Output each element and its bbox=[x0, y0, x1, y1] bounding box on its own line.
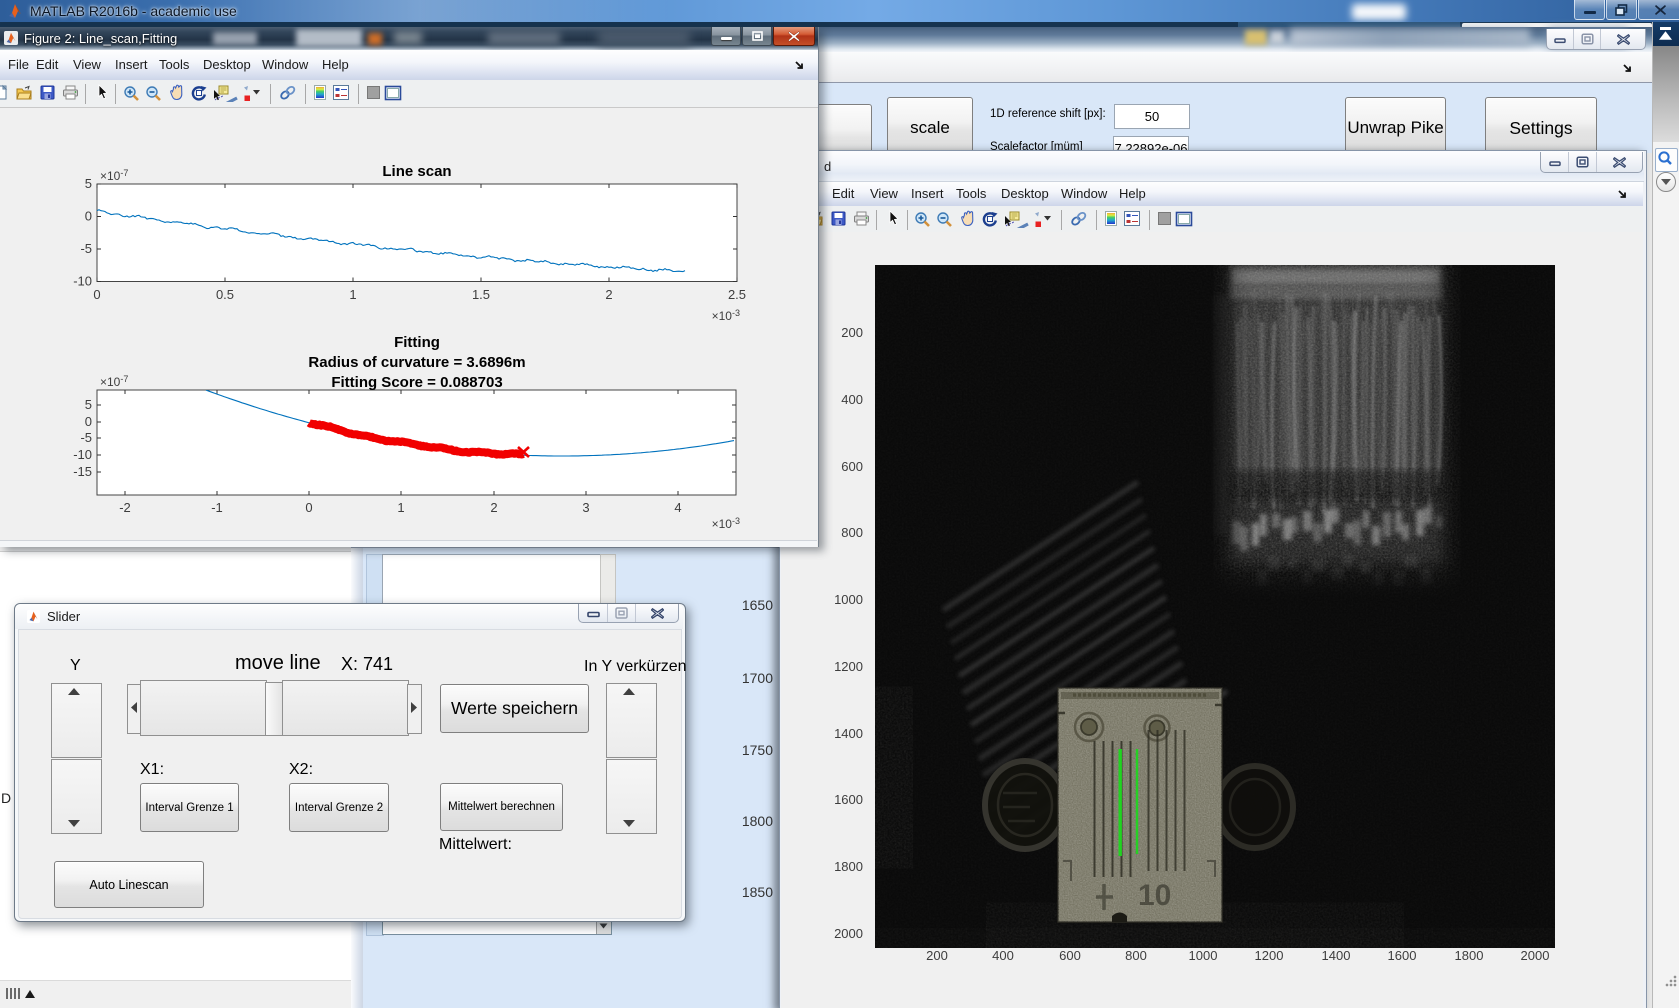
svg-text:3: 3 bbox=[582, 500, 589, 515]
svg-text:-2: -2 bbox=[119, 500, 131, 515]
svg-text:2: 2 bbox=[490, 500, 497, 515]
svg-text:-15: -15 bbox=[73, 464, 92, 479]
svg-text:0.5: 0.5 bbox=[216, 287, 234, 302]
svg-text:4: 4 bbox=[674, 500, 681, 515]
svg-text:Radius of curvature = 3.6896m: Radius of curvature = 3.6896m bbox=[308, 354, 525, 371]
svg-text:Fitting: Fitting bbox=[394, 334, 440, 351]
svg-text:-10: -10 bbox=[73, 447, 92, 462]
svg-text:×10-7: ×10-7 bbox=[100, 168, 128, 183]
svg-text:-10: -10 bbox=[73, 274, 92, 289]
svg-text:5: 5 bbox=[85, 176, 92, 191]
svg-text:0: 0 bbox=[85, 209, 92, 224]
svg-text:×10-3: ×10-3 bbox=[712, 516, 740, 531]
svg-text:Line scan: Line scan bbox=[382, 163, 451, 180]
svg-text:×10-7: ×10-7 bbox=[100, 374, 128, 389]
svg-text:2: 2 bbox=[605, 287, 612, 302]
svg-text:5: 5 bbox=[85, 397, 92, 412]
svg-text:1.5: 1.5 bbox=[472, 287, 490, 302]
svg-text:×10-3: ×10-3 bbox=[712, 308, 740, 323]
svg-text:1: 1 bbox=[397, 500, 404, 515]
svg-text:2.5: 2.5 bbox=[728, 287, 746, 302]
svg-text:-5: -5 bbox=[80, 241, 92, 256]
svg-text:-5: -5 bbox=[80, 430, 92, 445]
svg-text:10: 10 bbox=[1138, 879, 1171, 912]
svg-text:Fitting Score = 0.088703: Fitting Score = 0.088703 bbox=[331, 374, 502, 391]
svg-text:-1: -1 bbox=[211, 500, 223, 515]
svg-text:1: 1 bbox=[349, 287, 356, 302]
svg-text:0: 0 bbox=[85, 414, 92, 429]
svg-text:0: 0 bbox=[93, 287, 100, 302]
svg-text:0: 0 bbox=[305, 500, 312, 515]
